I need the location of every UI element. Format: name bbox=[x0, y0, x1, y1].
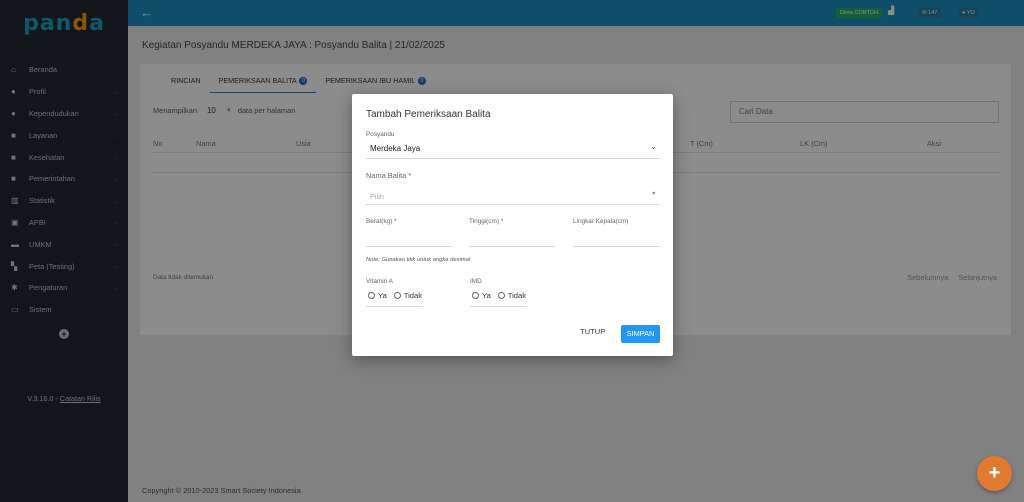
lingkar-kepala-input[interactable] bbox=[573, 246, 660, 247]
posyandu-select[interactable]: Merdeka Jaya bbox=[370, 144, 420, 153]
berat-input[interactable] bbox=[366, 246, 452, 247]
add-fab-button[interactable]: + bbox=[977, 456, 1012, 491]
berat-label: Berat(kg) * bbox=[366, 218, 397, 225]
nama-balita-label: Nama Balita * bbox=[366, 171, 412, 180]
vitamin-a-radio-group: Ya Tidak bbox=[368, 291, 422, 300]
imd-radio-group: Ya Tidak bbox=[472, 291, 526, 300]
modal-title: Tambah Pemeriksaan Balita bbox=[366, 109, 491, 120]
chevron-down-icon: ⌄ bbox=[650, 142, 657, 151]
caret-down-icon: ▼ bbox=[651, 191, 657, 197]
imd-label: IMD bbox=[470, 278, 482, 285]
radio-label: Ya bbox=[378, 291, 387, 300]
save-button[interactable]: SIMPAN bbox=[621, 325, 660, 343]
imd-ya-radio[interactable] bbox=[472, 292, 479, 299]
nama-balita-select[interactable]: Pilih bbox=[370, 192, 384, 201]
tinggi-input[interactable] bbox=[469, 246, 555, 247]
vitamin-a-label: Vitamin A bbox=[366, 278, 393, 285]
posyandu-underline bbox=[366, 158, 660, 159]
vitamin-a-underline bbox=[366, 306, 423, 307]
close-button[interactable]: TUTUP bbox=[580, 327, 605, 336]
add-checkup-modal: Tambah Pemeriksaan Balita Posyandu Merde… bbox=[352, 94, 673, 356]
radio-label: Tidak bbox=[403, 291, 423, 300]
vitamin-a-tidak-radio[interactable] bbox=[393, 292, 401, 299]
vitamin-a-ya-radio[interactable] bbox=[368, 292, 375, 299]
imd-underline bbox=[470, 306, 527, 307]
nama-balita-underline bbox=[366, 204, 660, 205]
lingkar-kepala-label: Lingkar Kepala(cm) bbox=[573, 218, 629, 225]
radio-label: Tidak bbox=[507, 291, 527, 300]
decimal-note: Note: Gunakan titik untuk angka desimal bbox=[366, 257, 471, 263]
imd-tidak-radio[interactable] bbox=[497, 292, 505, 299]
tinggi-label: Tinggi(cm) * bbox=[469, 218, 504, 225]
posyandu-label: Posyandu bbox=[366, 131, 395, 138]
radio-label: Ya bbox=[482, 291, 491, 300]
